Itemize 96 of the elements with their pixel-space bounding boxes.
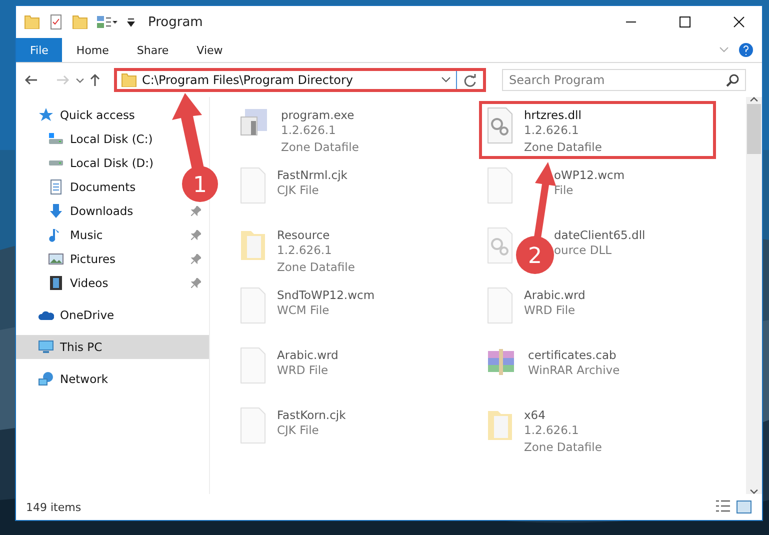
- details-view-icon: [716, 500, 730, 512]
- scrollbar[interactable]: [746, 97, 762, 494]
- picture-icon: [48, 251, 64, 267]
- file-name[interactable]: dateClient65.dll: [554, 228, 646, 242]
- file-icon: [239, 347, 267, 385]
- file-name[interactable]: FastNrml.cjk: [277, 168, 348, 182]
- ribbon-tab[interactable]: Home: [62, 38, 123, 62]
- step-badge: 1: [182, 166, 218, 202]
- help-icon: [738, 42, 754, 58]
- file-detail: 1.2.626.1: [277, 242, 332, 259]
- maximize-icon: [679, 16, 691, 28]
- pin-icon[interactable]: [191, 206, 201, 216]
- checklist-icon: [48, 14, 64, 30]
- file-name[interactable]: SndToWP12.wcm: [277, 288, 375, 302]
- address-bar[interactable]: C:\Program Files\Program Directory: [114, 68, 486, 92]
- window-title: Program: [148, 14, 204, 30]
- file-detail: 1.2.626.1: [524, 422, 579, 439]
- document-icon: [48, 179, 64, 195]
- up-arrow-icon: [90, 73, 100, 87]
- file-name[interactable]: Arabic.wrd: [524, 288, 586, 302]
- search-icon: [726, 73, 740, 87]
- network-icon: [38, 371, 54, 387]
- scroll-down-icon: [750, 489, 758, 494]
- file-detail: 1.2.626.1: [524, 122, 579, 139]
- file-detail: ource DLL: [554, 242, 612, 259]
- file-icon: [239, 407, 267, 445]
- gear-file-icon: [486, 107, 514, 145]
- folder-icon: [24, 15, 40, 29]
- sidebar-item[interactable]: Local Disk (C:): [16, 127, 167, 151]
- file-icon: [486, 287, 514, 325]
- file-name[interactable]: FastKorn.cjk: [277, 408, 346, 422]
- sidebar-item[interactable]: This PC: [16, 335, 209, 359]
- gear-file-icon: [486, 227, 514, 265]
- sidebar-item[interactable]: Local Disk (D:): [16, 151, 168, 175]
- address-path: C:\Program Files\Program Directory: [142, 73, 354, 87]
- sidebar-item[interactable]: Music: [16, 223, 209, 247]
- sidebar-item[interactable]: Downloads: [16, 199, 209, 223]
- ribbon-tab[interactable]: Share: [122, 38, 183, 62]
- dropdown-icon: [126, 17, 136, 27]
- file-detail: Zone Datafile: [277, 259, 355, 276]
- close-icon: [733, 16, 745, 28]
- file-name: hrtzres.dll: [524, 108, 582, 122]
- ribbon-tab[interactable]: File: [16, 38, 62, 62]
- scroll-up-icon: [750, 97, 758, 102]
- item-count: 149 items: [26, 500, 82, 514]
- file-name[interactable]: certificates.cab: [528, 348, 616, 362]
- properties-icon: [96, 14, 118, 30]
- file-name[interactable]: Resource: [277, 228, 330, 242]
- star-icon: [38, 107, 54, 123]
- sidebar-item[interactable]: Documents: [16, 175, 150, 199]
- back-arrow-icon: [24, 75, 38, 85]
- pin-icon[interactable]: [191, 278, 201, 288]
- pin-icon[interactable]: [191, 230, 201, 240]
- file-detail: File: [554, 182, 574, 199]
- file-detail: Zone Datafile: [524, 139, 602, 156]
- chevron-down-icon: [441, 77, 451, 83]
- file-name[interactable]: Arabic.wrd: [277, 348, 338, 362]
- file-name[interactable]: program.exe: [281, 108, 354, 122]
- file-detail: 1.2.626.1: [281, 122, 336, 139]
- drive-icon: [48, 133, 64, 145]
- file-detail: Zone Datafile: [281, 139, 359, 156]
- file-detail: WCM File: [277, 302, 330, 319]
- file-name[interactable]: x64: [524, 408, 546, 422]
- file-icon: [239, 287, 267, 325]
- step-badge: 2: [516, 236, 554, 274]
- drive-icon: [48, 160, 64, 166]
- pin-icon[interactable]: [191, 254, 201, 264]
- sidebar-item[interactable]: Videos: [16, 271, 209, 295]
- film-icon: [48, 275, 64, 291]
- search-field[interactable]: Search Program: [502, 69, 746, 91]
- sidebar-item[interactable]: Pictures: [16, 247, 209, 271]
- folder-icon: [72, 15, 88, 29]
- file-detail: WRD File: [277, 362, 328, 379]
- monitor-icon: [38, 339, 54, 355]
- file-icon: [486, 167, 514, 205]
- file-detail: CJK File: [277, 182, 319, 199]
- forward-arrow-icon: [56, 75, 70, 85]
- file-detail: Zone Datafile: [524, 439, 602, 456]
- file-icon: [239, 167, 267, 205]
- file-detail: WRD File: [524, 302, 576, 319]
- minimize-icon: [625, 21, 637, 23]
- file-item[interactable]: hrtzres.dll 1.2.626.1 Zone Datafile: [479, 101, 716, 159]
- file-detail: CJK File: [277, 422, 319, 439]
- chevron-down-icon: [76, 78, 84, 82]
- scrollbar-thumb[interactable]: [747, 104, 761, 154]
- file-detail: WinRAR Archive: [528, 362, 620, 379]
- sidebar-item[interactable]: OneDrive: [16, 303, 128, 327]
- refresh-icon: [462, 73, 476, 87]
- download-icon: [48, 203, 64, 219]
- sidebar-item[interactable]: Network: [16, 367, 122, 391]
- sidebar-item[interactable]: Quick access: [16, 103, 149, 127]
- chevron-down-icon: [718, 47, 730, 53]
- tiles-view-icon: [736, 500, 752, 514]
- folder-icon: [121, 73, 137, 87]
- file-name[interactable]: oWP12.wcm: [554, 168, 625, 182]
- ribbon-tab[interactable]: View: [182, 38, 237, 62]
